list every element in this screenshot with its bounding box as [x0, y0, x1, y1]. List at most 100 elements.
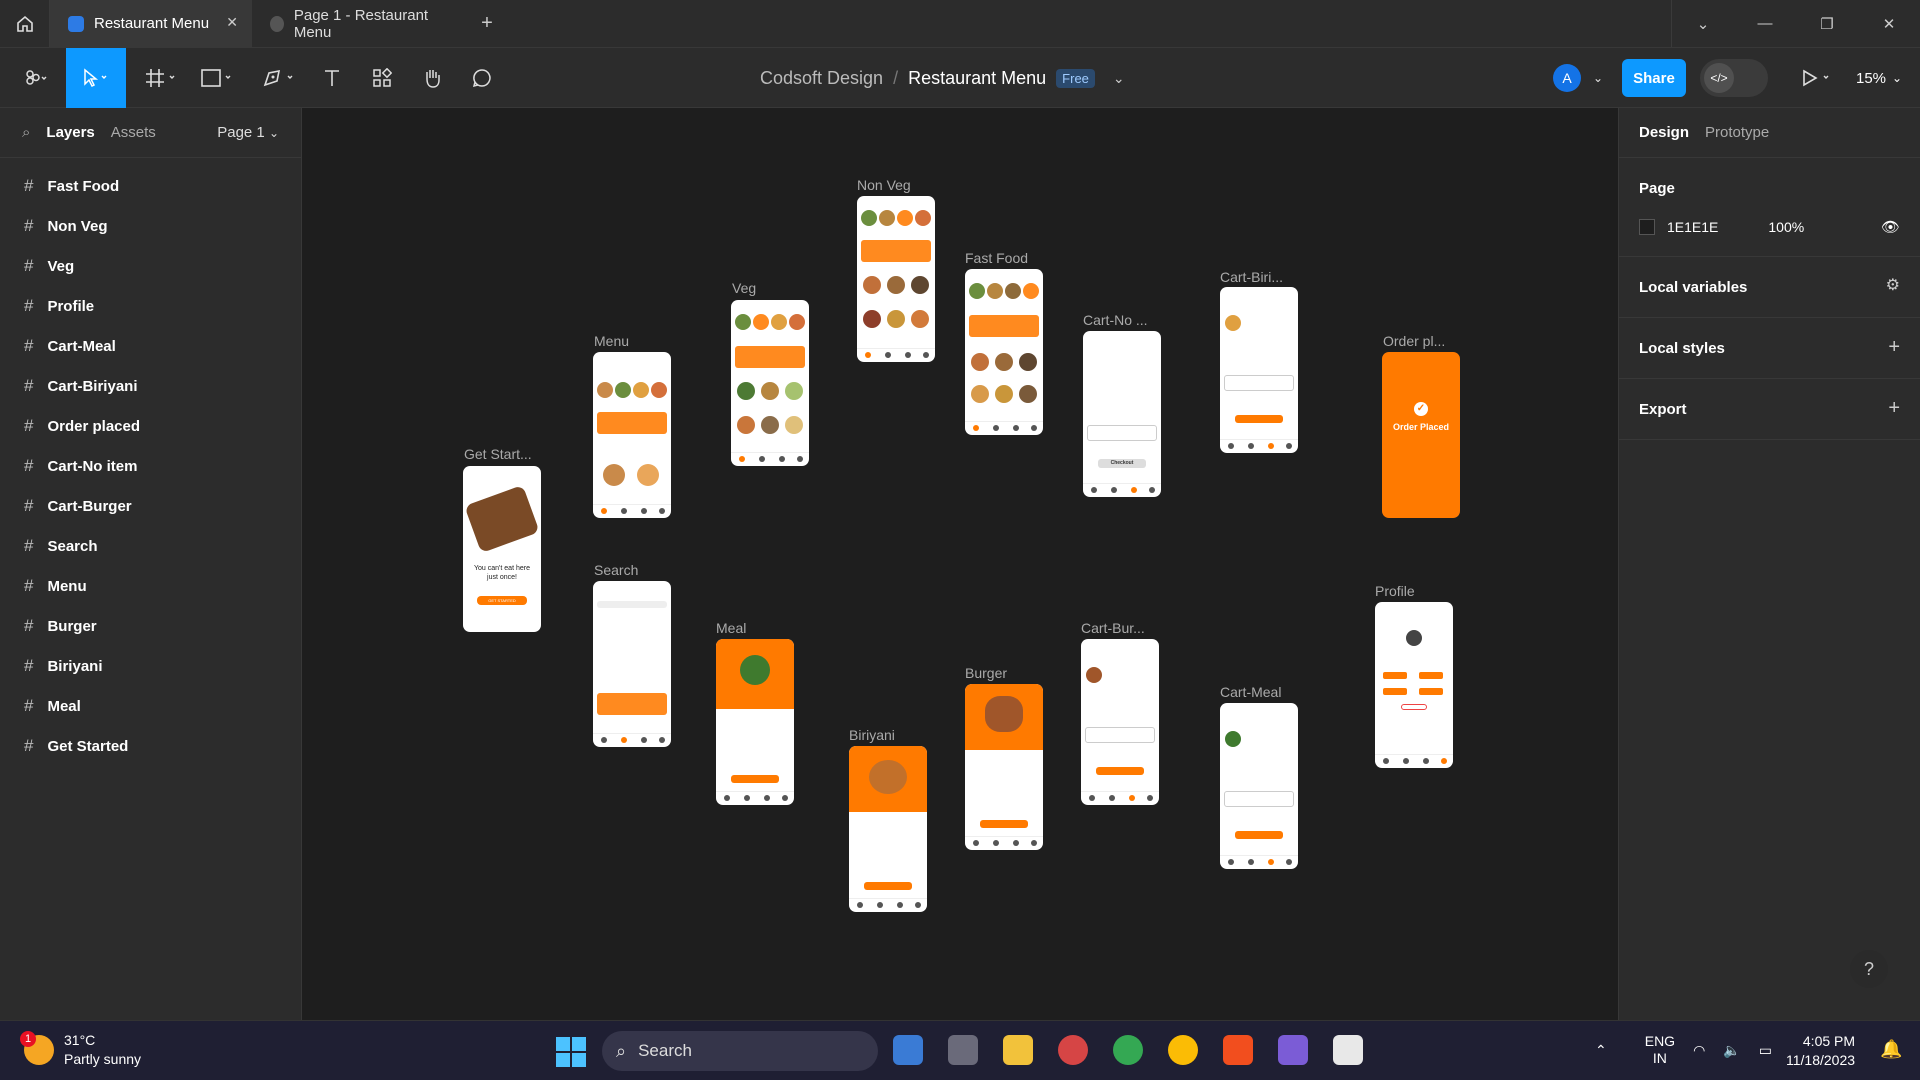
frame-label-fast-food[interactable]: Fast Food — [965, 250, 1028, 266]
frame-label-cart-meal[interactable]: Cart-Meal — [1220, 684, 1281, 700]
chrome-icon[interactable] — [1113, 1035, 1143, 1065]
layer-item[interactable]: # Menu — [0, 566, 301, 606]
file-explorer-icon[interactable] — [1003, 1035, 1033, 1065]
frame-cart-burger[interactable] — [1081, 639, 1159, 805]
frame-get-started[interactable]: You can't eat here just once! GET STARTE… — [463, 466, 541, 632]
figma-app-icon[interactable] — [1223, 1035, 1253, 1065]
layer-item[interactable]: # Search — [0, 526, 301, 566]
chevron-down-icon[interactable]: ⌄ — [1588, 48, 1608, 108]
frame-label-burger[interactable]: Burger — [965, 665, 1007, 681]
search-icon[interactable]: ⌕ — [22, 124, 30, 141]
tab-restaurant-menu[interactable]: Restaurant Menu ✕ — [50, 0, 252, 47]
help-button[interactable]: ? — [1850, 950, 1888, 988]
layer-item[interactable]: # Non Veg — [0, 206, 301, 246]
eye-icon[interactable]: 👁 — [1881, 218, 1900, 236]
pen-tool-button[interactable] — [258, 48, 302, 108]
new-tab-button[interactable]: + — [462, 0, 512, 47]
layer-item[interactable]: # Fast Food — [0, 166, 301, 206]
frame-label-order-placed[interactable]: Order pl... — [1383, 333, 1445, 349]
layer-item[interactable]: # Biriyani — [0, 646, 301, 686]
chrome-icon[interactable] — [1058, 1035, 1088, 1065]
variables-settings-icon[interactable]: ⚙ — [1886, 275, 1900, 295]
frame-meal[interactable] — [716, 639, 794, 805]
frame-search[interactable] — [593, 581, 671, 747]
minimize-icon[interactable]: — — [1734, 0, 1796, 47]
layer-item[interactable]: # Order placed — [0, 406, 301, 446]
export-section[interactable]: Export + — [1619, 379, 1920, 440]
frame-cart-biriyani[interactable] — [1220, 287, 1298, 453]
frame-cart-no-item[interactable]: Checkout — [1083, 331, 1161, 497]
frame-fast-food[interactable] — [965, 269, 1043, 435]
page-color-row[interactable]: 1E1E1E 100% 👁 — [1639, 218, 1900, 256]
battery-icon[interactable]: ▭ — [1759, 1042, 1772, 1059]
language-indicator[interactable]: ENG IN — [1645, 1033, 1675, 1067]
close-tab-icon[interactable]: ✕ — [226, 14, 238, 31]
frame-burger[interactable] — [965, 684, 1043, 850]
chrome-icon[interactable] — [1168, 1035, 1198, 1065]
page-opacity-value[interactable]: 100% — [1768, 219, 1804, 235]
snipping-tool-icon[interactable] — [1333, 1035, 1363, 1065]
add-style-icon[interactable]: + — [1888, 336, 1900, 359]
frame-label-profile[interactable]: Profile — [1375, 583, 1415, 599]
copilot-icon[interactable] — [893, 1035, 923, 1065]
restore-icon[interactable]: ❐ — [1796, 0, 1858, 47]
tab-prototype[interactable]: Prototype — [1705, 124, 1769, 141]
clock[interactable]: 4:05 PM 11/18/2023 — [1786, 1032, 1855, 1070]
frame-label-cart-burger[interactable]: Cart-Bur... — [1081, 620, 1145, 636]
shape-tool-button[interactable] — [196, 48, 240, 108]
project-name[interactable]: Codsoft Design — [760, 68, 883, 89]
layer-item[interactable]: # Cart-No item — [0, 446, 301, 486]
layer-item[interactable]: # Profile — [0, 286, 301, 326]
frame-label-menu[interactable]: Menu — [594, 333, 629, 349]
tab-layers[interactable]: Layers — [46, 124, 94, 141]
page-selector[interactable]: Page 1 ⌄ — [217, 124, 279, 141]
resources-button[interactable] — [360, 48, 404, 108]
frame-label-search[interactable]: Search — [594, 562, 638, 578]
chevron-down-icon[interactable]: ⌄ — [1113, 70, 1125, 87]
layer-item[interactable]: # Burger — [0, 606, 301, 646]
frame-order-placed[interactable]: ✓ Order Placed — [1382, 352, 1460, 518]
frame-non-veg[interactable] — [857, 196, 935, 362]
comment-tool-button[interactable] — [460, 48, 504, 108]
close-window-icon[interactable]: ✕ — [1858, 0, 1920, 47]
color-swatch[interactable] — [1639, 219, 1655, 235]
notifications-icon[interactable]: 🔔 — [1880, 1039, 1902, 1060]
frame-veg[interactable] — [731, 300, 809, 466]
frame-label-meal[interactable]: Meal — [716, 620, 746, 636]
tab-design[interactable]: Design — [1639, 124, 1689, 141]
taskbar-search[interactable]: ⌕ Search — [602, 1031, 878, 1071]
home-button[interactable] — [0, 0, 50, 47]
tab-assets[interactable]: Assets — [111, 124, 156, 141]
frame-label-biriyani[interactable]: Biriyani — [849, 727, 895, 743]
share-button[interactable]: Share — [1622, 59, 1686, 97]
frame-profile[interactable] — [1375, 602, 1453, 768]
chevron-up-icon[interactable]: ⌃ — [1595, 1042, 1607, 1059]
chevron-down-icon[interactable]: ⌄ — [1672, 0, 1734, 47]
frame-label-cart-biriyani[interactable]: Cart-Biri... — [1220, 269, 1283, 285]
layer-item[interactable]: # Cart-Biriyani — [0, 366, 301, 406]
windows-start-icon[interactable] — [556, 1037, 586, 1067]
local-styles-section[interactable]: Local styles + — [1619, 318, 1920, 379]
video-editor-icon[interactable] — [1278, 1035, 1308, 1065]
frame-label-veg[interactable]: Veg — [732, 280, 756, 296]
wifi-icon[interactable]: ◠ — [1693, 1042, 1705, 1059]
file-name[interactable]: Restaurant Menu — [908, 68, 1046, 89]
zoom-menu[interactable]: 15% ⌄ — [1856, 48, 1902, 108]
task-view-icon[interactable] — [948, 1035, 978, 1065]
frame-menu[interactable] — [593, 352, 671, 518]
text-tool-button[interactable] — [310, 48, 354, 108]
frame-tool-button[interactable] — [140, 48, 184, 108]
frame-label-get-started[interactable]: Get Start... — [464, 446, 532, 462]
layer-item[interactable]: # Cart-Burger — [0, 486, 301, 526]
frame-cart-meal[interactable] — [1220, 703, 1298, 869]
layer-item[interactable]: # Cart-Meal — [0, 326, 301, 366]
frame-biriyani[interactable] — [849, 746, 927, 912]
move-tool-button[interactable] — [66, 48, 126, 108]
volume-icon[interactable]: 🔈 — [1723, 1042, 1740, 1059]
local-variables-section[interactable]: Local variables ⚙ — [1619, 257, 1920, 318]
layer-item[interactable]: # Veg — [0, 246, 301, 286]
layer-item[interactable]: # Meal — [0, 686, 301, 726]
avatar[interactable]: A — [1553, 64, 1581, 92]
frame-label-cart-no-item[interactable]: Cart-No ... — [1083, 312, 1148, 328]
page-color-value[interactable]: 1E1E1E — [1667, 219, 1718, 235]
